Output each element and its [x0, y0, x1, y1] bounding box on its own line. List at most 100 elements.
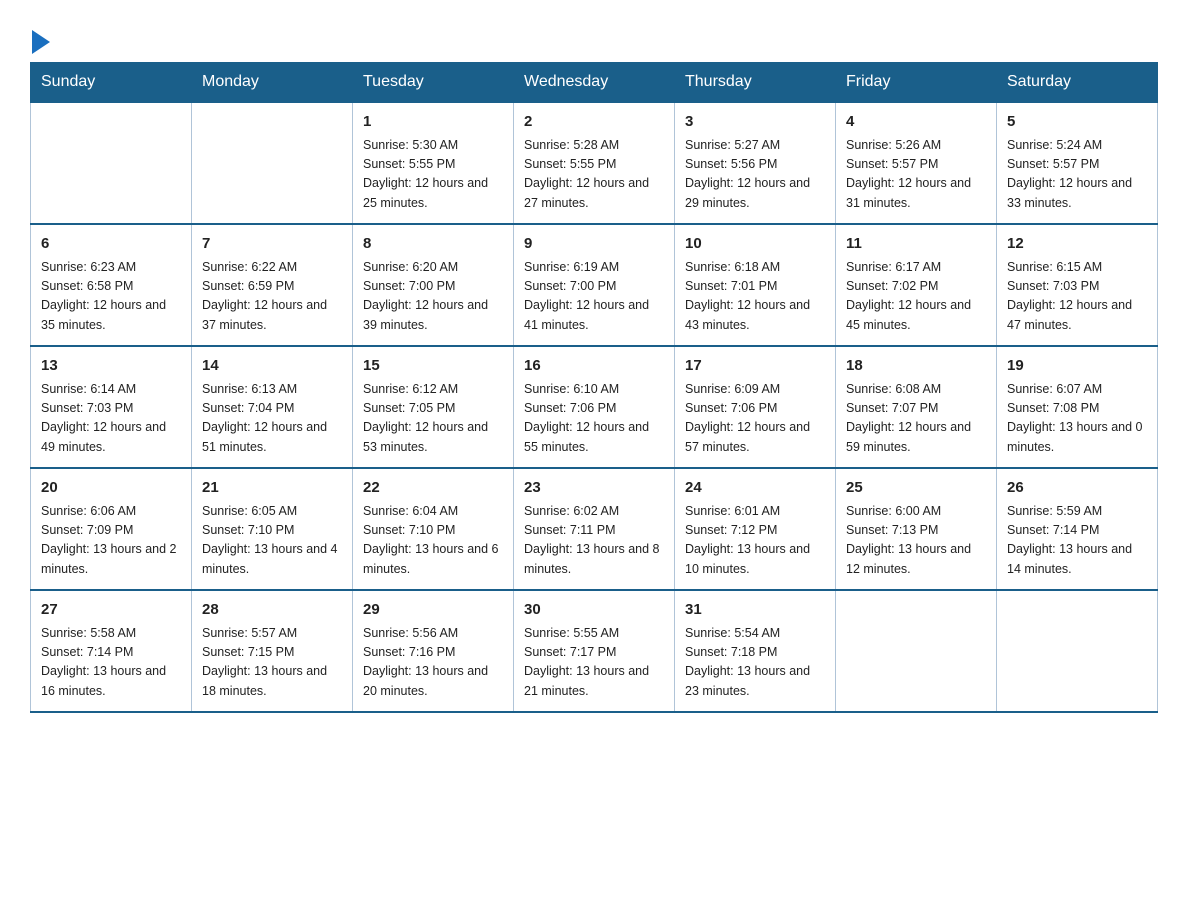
- day-info: Sunrise: 6:09 AM Sunset: 7:06 PM Dayligh…: [685, 380, 825, 458]
- day-info: Sunrise: 6:18 AM Sunset: 7:01 PM Dayligh…: [685, 258, 825, 336]
- day-info: Sunrise: 5:24 AM Sunset: 5:57 PM Dayligh…: [1007, 136, 1147, 214]
- day-number: 14: [202, 355, 342, 378]
- calendar-header-row: SundayMondayTuesdayWednesdayThursdayFrid…: [31, 63, 1158, 103]
- calendar-cell: 21Sunrise: 6:05 AM Sunset: 7:10 PM Dayli…: [192, 468, 353, 590]
- day-info: Sunrise: 5:26 AM Sunset: 5:57 PM Dayligh…: [846, 136, 986, 214]
- day-number: 3: [685, 111, 825, 134]
- calendar-cell: 13Sunrise: 6:14 AM Sunset: 7:03 PM Dayli…: [31, 346, 192, 468]
- page-header: [30, 20, 1158, 52]
- day-info: Sunrise: 6:06 AM Sunset: 7:09 PM Dayligh…: [41, 502, 181, 580]
- day-info: Sunrise: 5:54 AM Sunset: 7:18 PM Dayligh…: [685, 624, 825, 702]
- day-info: Sunrise: 5:55 AM Sunset: 7:17 PM Dayligh…: [524, 624, 664, 702]
- calendar-cell: 25Sunrise: 6:00 AM Sunset: 7:13 PM Dayli…: [836, 468, 997, 590]
- calendar-header-wednesday: Wednesday: [514, 63, 675, 103]
- day-info: Sunrise: 6:10 AM Sunset: 7:06 PM Dayligh…: [524, 380, 664, 458]
- calendar-cell: 3Sunrise: 5:27 AM Sunset: 5:56 PM Daylig…: [675, 102, 836, 224]
- day-number: 9: [524, 233, 664, 256]
- day-number: 21: [202, 477, 342, 500]
- day-number: 16: [524, 355, 664, 378]
- day-number: 10: [685, 233, 825, 256]
- day-number: 20: [41, 477, 181, 500]
- calendar-cell: 9Sunrise: 6:19 AM Sunset: 7:00 PM Daylig…: [514, 224, 675, 346]
- day-number: 28: [202, 599, 342, 622]
- calendar-cell: 22Sunrise: 6:04 AM Sunset: 7:10 PM Dayli…: [353, 468, 514, 590]
- calendar-cell: 8Sunrise: 6:20 AM Sunset: 7:00 PM Daylig…: [353, 224, 514, 346]
- day-info: Sunrise: 5:57 AM Sunset: 7:15 PM Dayligh…: [202, 624, 342, 702]
- day-number: 17: [685, 355, 825, 378]
- calendar-cell: 14Sunrise: 6:13 AM Sunset: 7:04 PM Dayli…: [192, 346, 353, 468]
- day-info: Sunrise: 6:15 AM Sunset: 7:03 PM Dayligh…: [1007, 258, 1147, 336]
- calendar-cell: 23Sunrise: 6:02 AM Sunset: 7:11 PM Dayli…: [514, 468, 675, 590]
- calendar-week-row-3: 13Sunrise: 6:14 AM Sunset: 7:03 PM Dayli…: [31, 346, 1158, 468]
- day-info: Sunrise: 5:28 AM Sunset: 5:55 PM Dayligh…: [524, 136, 664, 214]
- calendar-cell: 18Sunrise: 6:08 AM Sunset: 7:07 PM Dayli…: [836, 346, 997, 468]
- day-number: 4: [846, 111, 986, 134]
- calendar-cell: 15Sunrise: 6:12 AM Sunset: 7:05 PM Dayli…: [353, 346, 514, 468]
- calendar-cell: 30Sunrise: 5:55 AM Sunset: 7:17 PM Dayli…: [514, 590, 675, 712]
- day-number: 12: [1007, 233, 1147, 256]
- day-number: 1: [363, 111, 503, 134]
- day-number: 8: [363, 233, 503, 256]
- day-number: 5: [1007, 111, 1147, 134]
- day-info: Sunrise: 5:27 AM Sunset: 5:56 PM Dayligh…: [685, 136, 825, 214]
- calendar-cell: 12Sunrise: 6:15 AM Sunset: 7:03 PM Dayli…: [997, 224, 1158, 346]
- calendar-cell: 20Sunrise: 6:06 AM Sunset: 7:09 PM Dayli…: [31, 468, 192, 590]
- day-info: Sunrise: 6:23 AM Sunset: 6:58 PM Dayligh…: [41, 258, 181, 336]
- calendar-cell: 5Sunrise: 5:24 AM Sunset: 5:57 PM Daylig…: [997, 102, 1158, 224]
- calendar-header-thursday: Thursday: [675, 63, 836, 103]
- day-info: Sunrise: 6:04 AM Sunset: 7:10 PM Dayligh…: [363, 502, 503, 580]
- day-info: Sunrise: 6:13 AM Sunset: 7:04 PM Dayligh…: [202, 380, 342, 458]
- calendar-week-row-1: 1Sunrise: 5:30 AM Sunset: 5:55 PM Daylig…: [31, 102, 1158, 224]
- day-info: Sunrise: 6:01 AM Sunset: 7:12 PM Dayligh…: [685, 502, 825, 580]
- calendar-cell: 31Sunrise: 5:54 AM Sunset: 7:18 PM Dayli…: [675, 590, 836, 712]
- day-number: 7: [202, 233, 342, 256]
- day-info: Sunrise: 6:07 AM Sunset: 7:08 PM Dayligh…: [1007, 380, 1147, 458]
- calendar-cell: 7Sunrise: 6:22 AM Sunset: 6:59 PM Daylig…: [192, 224, 353, 346]
- calendar-header-friday: Friday: [836, 63, 997, 103]
- logo: [30, 28, 50, 52]
- day-info: Sunrise: 6:02 AM Sunset: 7:11 PM Dayligh…: [524, 502, 664, 580]
- day-number: 18: [846, 355, 986, 378]
- calendar-cell: [31, 102, 192, 224]
- calendar-cell: 11Sunrise: 6:17 AM Sunset: 7:02 PM Dayli…: [836, 224, 997, 346]
- day-info: Sunrise: 6:17 AM Sunset: 7:02 PM Dayligh…: [846, 258, 986, 336]
- calendar-cell: 24Sunrise: 6:01 AM Sunset: 7:12 PM Dayli…: [675, 468, 836, 590]
- day-number: 23: [524, 477, 664, 500]
- day-info: Sunrise: 6:00 AM Sunset: 7:13 PM Dayligh…: [846, 502, 986, 580]
- logo-blue-part: [30, 28, 50, 52]
- day-number: 11: [846, 233, 986, 256]
- day-number: 25: [846, 477, 986, 500]
- calendar-cell: 2Sunrise: 5:28 AM Sunset: 5:55 PM Daylig…: [514, 102, 675, 224]
- day-info: Sunrise: 6:12 AM Sunset: 7:05 PM Dayligh…: [363, 380, 503, 458]
- day-info: Sunrise: 6:14 AM Sunset: 7:03 PM Dayligh…: [41, 380, 181, 458]
- calendar-cell: 17Sunrise: 6:09 AM Sunset: 7:06 PM Dayli…: [675, 346, 836, 468]
- calendar-cell: [192, 102, 353, 224]
- day-info: Sunrise: 6:20 AM Sunset: 7:00 PM Dayligh…: [363, 258, 503, 336]
- day-number: 24: [685, 477, 825, 500]
- calendar-cell: 6Sunrise: 6:23 AM Sunset: 6:58 PM Daylig…: [31, 224, 192, 346]
- day-number: 27: [41, 599, 181, 622]
- calendar-cell: 28Sunrise: 5:57 AM Sunset: 7:15 PM Dayli…: [192, 590, 353, 712]
- day-number: 26: [1007, 477, 1147, 500]
- day-number: 29: [363, 599, 503, 622]
- day-number: 22: [363, 477, 503, 500]
- calendar-cell: 26Sunrise: 5:59 AM Sunset: 7:14 PM Dayli…: [997, 468, 1158, 590]
- calendar-header-sunday: Sunday: [31, 63, 192, 103]
- calendar-week-row-5: 27Sunrise: 5:58 AM Sunset: 7:14 PM Dayli…: [31, 590, 1158, 712]
- calendar-cell: 1Sunrise: 5:30 AM Sunset: 5:55 PM Daylig…: [353, 102, 514, 224]
- calendar-cell: 4Sunrise: 5:26 AM Sunset: 5:57 PM Daylig…: [836, 102, 997, 224]
- day-number: 2: [524, 111, 664, 134]
- day-number: 19: [1007, 355, 1147, 378]
- calendar-cell: 29Sunrise: 5:56 AM Sunset: 7:16 PM Dayli…: [353, 590, 514, 712]
- day-number: 15: [363, 355, 503, 378]
- day-info: Sunrise: 6:22 AM Sunset: 6:59 PM Dayligh…: [202, 258, 342, 336]
- day-info: Sunrise: 6:19 AM Sunset: 7:00 PM Dayligh…: [524, 258, 664, 336]
- calendar-cell: 16Sunrise: 6:10 AM Sunset: 7:06 PM Dayli…: [514, 346, 675, 468]
- calendar-cell: [836, 590, 997, 712]
- calendar-header-saturday: Saturday: [997, 63, 1158, 103]
- day-number: 30: [524, 599, 664, 622]
- day-number: 31: [685, 599, 825, 622]
- calendar-header-monday: Monday: [192, 63, 353, 103]
- day-info: Sunrise: 6:08 AM Sunset: 7:07 PM Dayligh…: [846, 380, 986, 458]
- calendar-table: SundayMondayTuesdayWednesdayThursdayFrid…: [30, 62, 1158, 713]
